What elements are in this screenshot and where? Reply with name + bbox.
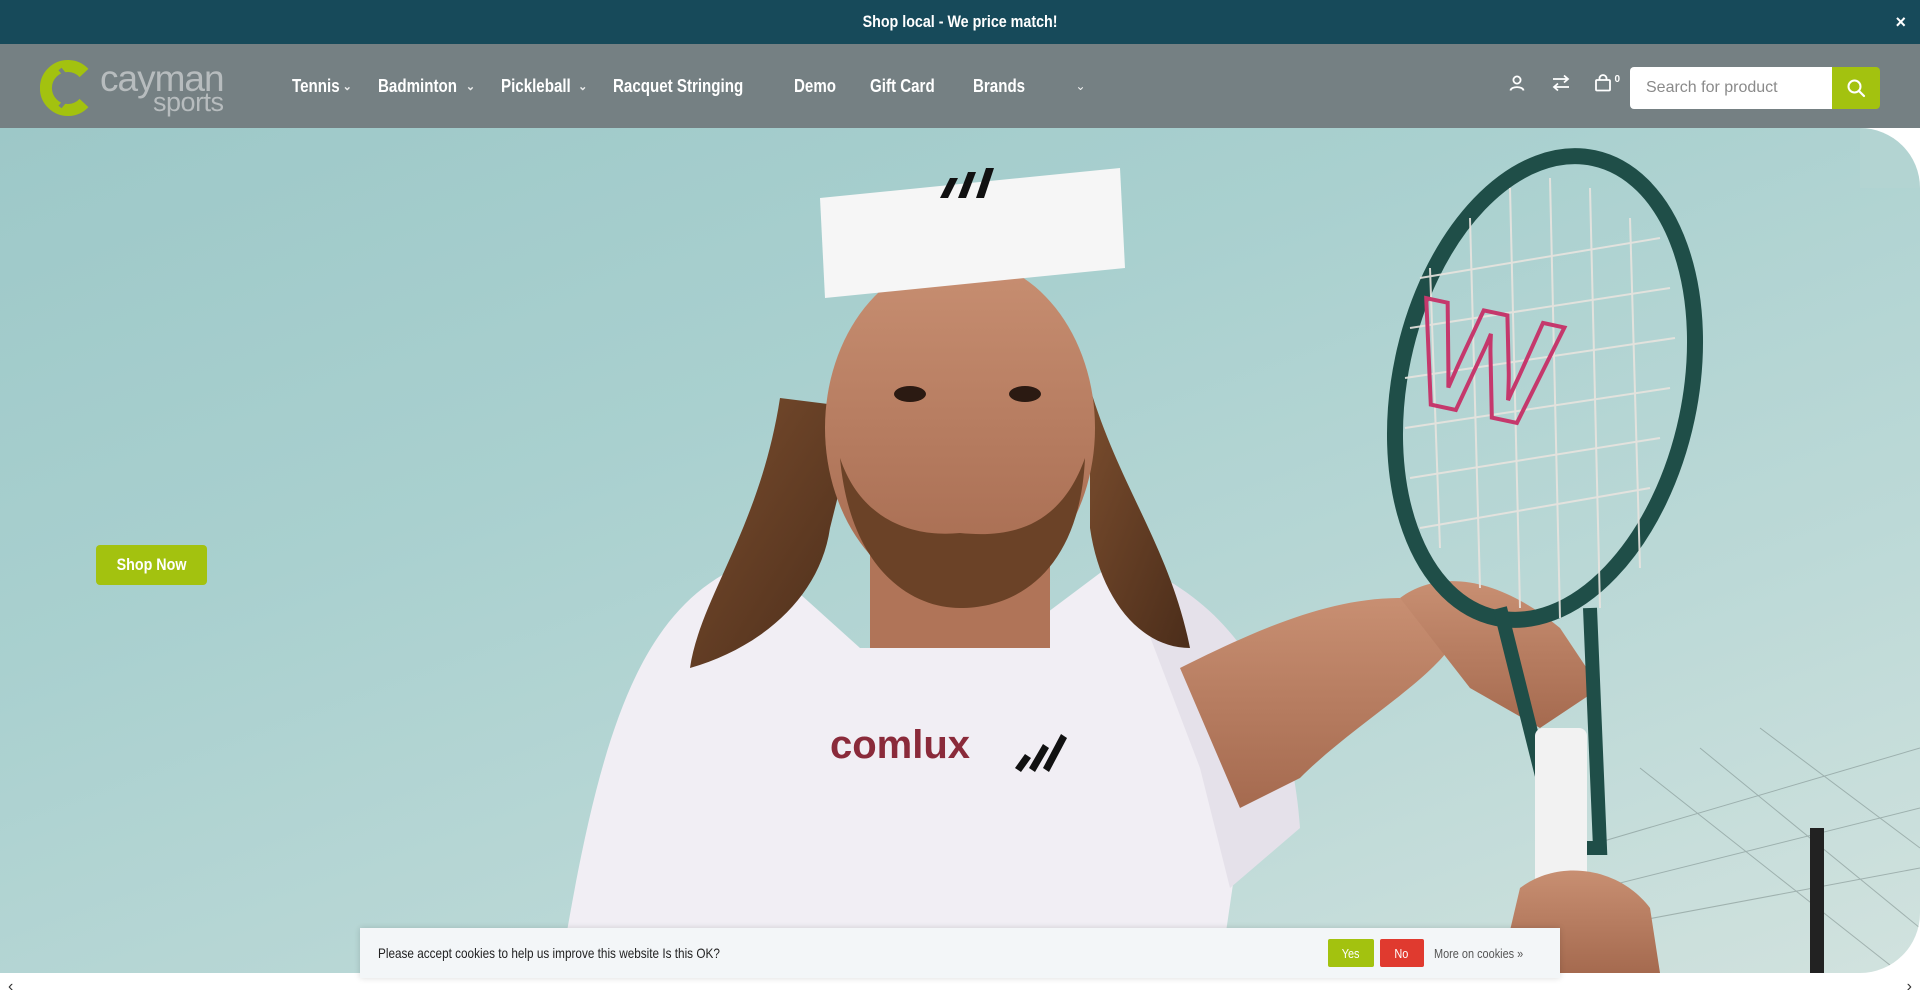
shop-now-button[interactable]: Shop Now [96,545,207,585]
chevron-down-icon: ⌄ [578,80,588,93]
nav-item-label: Gift Card [870,75,936,96]
nav-item-pickleball[interactable]: Pickleball ⌄ [501,76,587,97]
user-icon[interactable] [1506,72,1528,94]
nav-item-racquet-stringing[interactable]: Racquet Stringing [613,76,768,97]
compare-icon[interactable] [1550,72,1572,94]
nav-more-chevron-icon[interactable]: ⌄ [1075,79,1085,93]
logo-mark-icon [40,60,89,116]
bag-icon[interactable]: 0 [1594,72,1620,94]
nav-item-label: Badminton [377,75,457,96]
cookie-actions: Yes No More on cookies » [1327,939,1540,967]
search-bar [1630,67,1882,109]
shop-now-label: Shop Now [116,555,187,574]
cookie-yes-button[interactable]: Yes [1327,939,1374,967]
cookie-more-link[interactable]: More on cookies » [1434,946,1523,961]
close-icon[interactable]: × [1895,12,1906,33]
nav-item-label: Brands [973,75,1026,96]
cookie-no-label: No [1394,945,1409,961]
logo[interactable]: cayman sports [40,58,260,118]
nav-item-label: Demo [794,75,837,96]
nav-item-label: Pickleball [501,75,571,96]
chevron-down-icon: ⌄ [465,80,476,93]
site-header: cayman sports Tennis ⌄ Badminton ⌄ Pickl… [0,44,1920,128]
svg-text:comlux: comlux [830,723,970,767]
main-nav: Tennis ⌄ Badminton ⌄ Pickleball ⌄ Racque… [292,44,1086,128]
nav-item-label: Racquet Stringing [613,75,744,96]
cart-count-badge: 0 [1614,73,1620,85]
hero-banner: comlux W Shop Now [0,128,1920,973]
hero-image: comlux W [560,148,1920,973]
nav-item-demo[interactable]: Demo [794,76,844,97]
nav-item-label: Tennis [292,75,340,96]
cookie-message: Please accept cookies to help us improve… [378,945,720,961]
chevron-down-icon: ⌄ [342,80,352,93]
carousel-prev-icon[interactable]: ‹ [8,978,13,993]
announcement-bar: Shop local - We price match! × [0,0,1920,44]
nav-item-tennis[interactable]: Tennis ⌄ [292,76,352,97]
nav-item-gift-card[interactable]: Gift Card [870,76,947,97]
cookie-banner: Please accept cookies to help us improve… [360,928,1560,978]
cookie-yes-label: Yes [1341,945,1360,961]
nav-item-brands[interactable]: Brands [973,76,1035,97]
carousel-next-icon[interactable]: › [1907,978,1912,993]
cookie-no-button[interactable]: No [1379,939,1424,967]
search-input[interactable] [1630,67,1832,109]
header-icons: 0 [1484,72,1620,94]
search-button[interactable] [1832,67,1880,109]
search-icon [1847,79,1866,98]
nav-item-badminton[interactable]: Badminton ⌄ [378,76,475,97]
announcement-text: Shop local - We price match! [862,12,1058,31]
